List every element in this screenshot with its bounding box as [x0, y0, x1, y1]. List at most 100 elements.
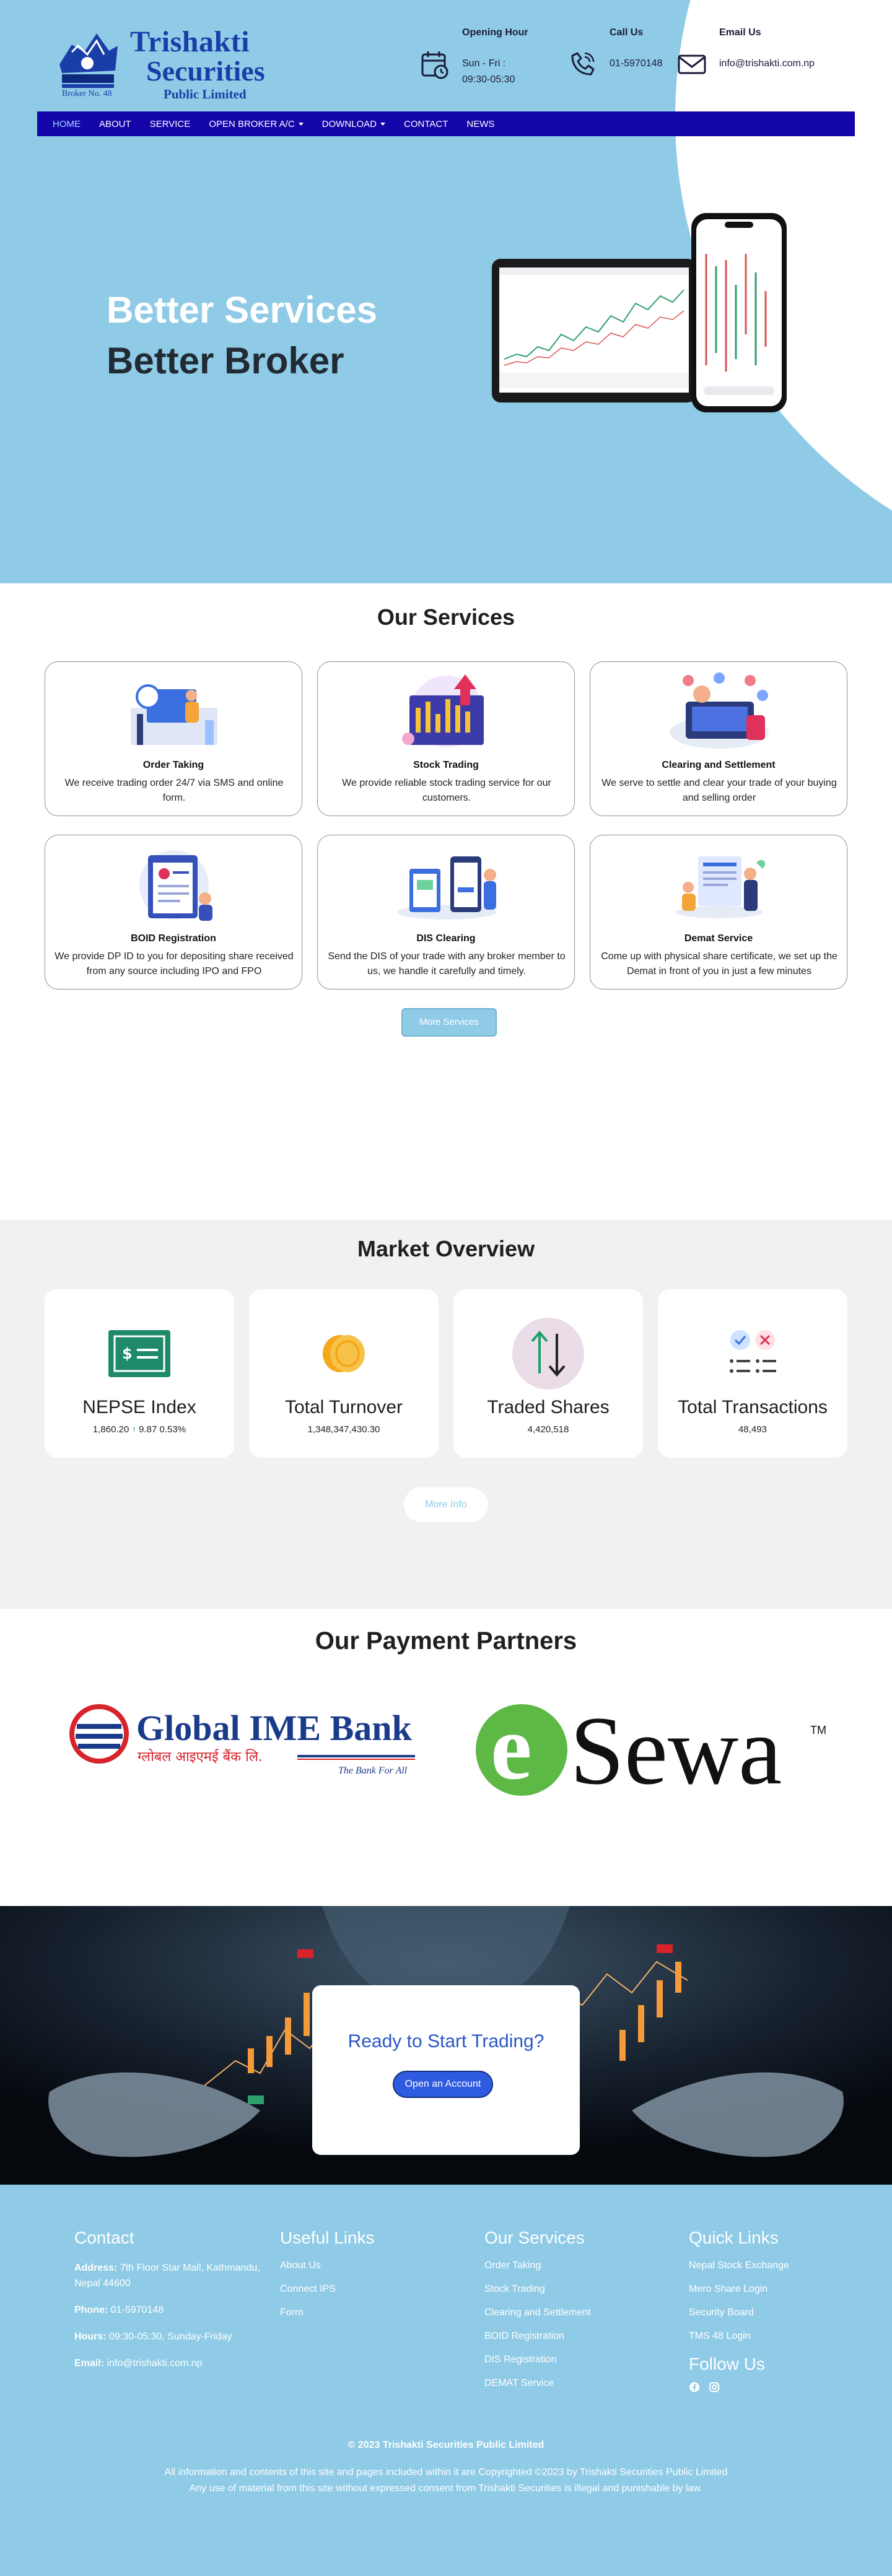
global-ime-bank-name: Global IME Bank: [136, 1708, 413, 1748]
email-us-value[interactable]: info@trishakti.com.np: [719, 50, 815, 72]
nav-news[interactable]: NEWS: [466, 119, 494, 129]
service-card-clearing-settlement[interactable]: Clearing and Settlement We serve to sett…: [590, 661, 847, 816]
service-card-desc: We provide reliable stock trading servic…: [342, 778, 551, 803]
footer-hours: Hours: 09:30-05:30, Sunday-Friday: [74, 2329, 260, 2344]
footer-link-dis-registration[interactable]: DIS Registration: [484, 2354, 670, 2365]
checklist-icon: [730, 1330, 776, 1373]
market-overview-title: Market Overview: [357, 1236, 535, 1261]
market-card-total-transactions[interactable]: Total Transactions 48,493: [658, 1289, 847, 1458]
nav-download[interactable]: DOWNLOAD: [322, 119, 385, 129]
nav-service[interactable]: SERVICE: [150, 119, 191, 129]
esewa-logo[interactable]: e Sewa TM: [473, 1700, 830, 1799]
footer-rights-line2: Any use of material from this site witho…: [189, 2483, 703, 2494]
global-ime-bank-logo[interactable]: Global IME Bank ग्लोबल आइएमई बैंक लि. Th…: [68, 1702, 415, 1776]
calendar-clock-icon: [421, 51, 448, 79]
footer-hours-value: 09:30-05:30, Sunday-Friday: [109, 2331, 232, 2342]
footer-link-nepal-stock-exchange[interactable]: Nepal Stock Exchange: [689, 2260, 875, 2271]
site-logo[interactable]: Trishakti Securities Public Limited Brok…: [53, 22, 265, 103]
footer-link-demat-service[interactable]: DEMAT Service: [484, 2378, 670, 2389]
call-us-block: Call Us 01-5970148: [567, 27, 662, 79]
footer-phone: Phone: 01-5970148: [74, 2302, 260, 2318]
more-info-button[interactable]: More Info: [404, 1487, 488, 1522]
footer-contact-title: Contact: [74, 2228, 134, 2247]
top-header: Trishakti Securities Public Limited Brok…: [37, 19, 855, 105]
phone-icon: [571, 52, 595, 76]
call-us-value[interactable]: 01-5970148: [610, 50, 662, 72]
footer-email-value[interactable]: info@trishakti.com.np: [107, 2358, 202, 2369]
service-card-stock-trading[interactable]: Stock Trading We provide reliable stock …: [317, 661, 575, 816]
service-card-desc: We serve to settle and clear your trade …: [601, 778, 837, 803]
footer-link-security-board[interactable]: Security Board: [689, 2307, 875, 2318]
footer-copyright: © 2023 Trishakti Securities Public Limit…: [348, 2440, 544, 2450]
banknote-icon: $: [108, 1330, 170, 1377]
global-ime-bank-tagline: The Bank For All: [338, 1765, 408, 1776]
clearing-settlement-illustration-icon: [670, 672, 769, 749]
esewa-letter-e: e: [491, 1700, 532, 1799]
market-card-traded-shares[interactable]: Traded Shares 4,420,518: [453, 1289, 643, 1458]
footer-rights: All information and contents of this sit…: [0, 2465, 892, 2497]
service-card-title: Stock Trading: [413, 760, 479, 770]
footer-link-form[interactable]: Form: [280, 2307, 466, 2318]
market-card-total-turnover[interactable]: Total Turnover 1,348,347,430.30: [249, 1289, 439, 1458]
footer-quick-links-title: Quick Links: [689, 2228, 779, 2247]
service-card-desc: We receive trading order 24/7 via SMS an…: [64, 778, 284, 803]
footer-address-label: Address:: [74, 2263, 118, 2273]
footer-useful-links-title: Useful Links: [280, 2228, 375, 2247]
esewa-trademark: TM: [810, 1724, 826, 1736]
facebook-icon[interactable]: [689, 2382, 700, 2396]
nav-home[interactable]: HOME: [53, 119, 81, 129]
footer-follow-us-title: Follow Us: [689, 2354, 765, 2374]
market-card-value: 1,348,347,430.30: [307, 1424, 380, 1435]
footer-link-about-us[interactable]: About Us: [280, 2260, 466, 2271]
footer-link-boid-registration[interactable]: BOID Registration: [484, 2331, 670, 2342]
call-us-title: Call Us: [610, 27, 644, 38]
footer-link-connect-ips[interactable]: Connect IPS: [280, 2284, 466, 2295]
payment-partners-section: Our Payment Partners Global IME Bank ग्ल…: [0, 1609, 892, 1906]
footer-contact-column: Contact Address: 7th Floor Star Mall, Ka…: [74, 2228, 260, 2382]
services-section: Our Services Order Taking We receive tra…: [0, 583, 892, 1220]
service-card-dis-clearing[interactable]: DIS Clearing Send the DIS of your trade …: [317, 835, 575, 990]
market-card-value: 1,860.20 ↑ 9.87 0.53%: [45, 1424, 234, 1435]
arrow-up-icon: ↑: [131, 1424, 136, 1435]
up-down-arrows-icon: [512, 1318, 584, 1390]
opening-hours-block: Opening Hour Sun - Fri : 09:30-05:30: [420, 27, 536, 88]
order-taking-illustration-icon: [131, 684, 217, 745]
footer-phone-value[interactable]: 01-5970148: [111, 2305, 164, 2315]
service-card-boid-registration[interactable]: BOID Registration We provide DP ID to yo…: [45, 835, 302, 990]
caret-down-icon: [380, 123, 385, 126]
svg-text:$: $: [122, 1345, 133, 1362]
trading-devices-illustration: [492, 213, 787, 412]
instagram-icon[interactable]: [709, 2382, 720, 2396]
envelope-icon: [678, 54, 706, 74]
footer-link-order-taking[interactable]: Order Taking: [484, 2260, 670, 2271]
footer-link-stock-trading[interactable]: Stock Trading: [484, 2284, 670, 2295]
hero-headline-line2: Better Broker: [107, 340, 344, 381]
nav-about[interactable]: ABOUT: [99, 119, 131, 129]
service-card-demat-service[interactable]: Demat Service Come up with physical shar…: [590, 835, 847, 990]
market-card-nepse-index[interactable]: $ NEPSE Index 1,860.20 ↑ 9.87 0.53%: [45, 1289, 234, 1458]
email-us-block: Email Us info@trishakti.com.np: [677, 27, 815, 79]
service-card-title: Demat Service: [684, 933, 753, 944]
footer-link-clearing-settlement[interactable]: Clearing and Settlement: [484, 2307, 670, 2318]
cta-title: Ready to Start Trading?: [348, 2031, 544, 2052]
main-navbar: HOME ABOUT SERVICE OPEN BROKER A/C DOWNL…: [37, 111, 855, 136]
nav-open-broker-account[interactable]: OPEN BROKER A/C: [209, 119, 304, 129]
footer-hours-label: Hours:: [74, 2331, 107, 2342]
footer-rights-line1: All information and contents of this sit…: [164, 2467, 728, 2478]
service-card-order-taking[interactable]: Order Taking We receive trading order 24…: [45, 661, 302, 816]
more-services-button[interactable]: More Services: [401, 1008, 497, 1037]
footer-link-mero-share-login[interactable]: Mero Share Login: [689, 2284, 875, 2295]
site-footer: Contact Address: 7th Floor Star Mall, Ka…: [0, 2185, 892, 2576]
market-overview-section: Market Overview $ NEPSE Index 1,860.20 ↑…: [0, 1220, 892, 1609]
logo-name-line2: Securities: [146, 55, 265, 87]
market-card-label: NEPSE Index: [82, 1397, 196, 1417]
logo-emblem-icon: [59, 33, 118, 88]
nepse-index-value: 1,860.20: [92, 1424, 129, 1435]
open-account-button[interactable]: Open an Account: [393, 2071, 493, 2098]
footer-link-tms-login[interactable]: TMS 48 Login: [689, 2331, 875, 2342]
nav-contact[interactable]: CONTACT: [404, 119, 448, 129]
footer-quick-links-column: Quick Links Nepal Stock Exchange Mero Sh…: [689, 2228, 875, 2396]
demat-service-illustration-icon: [676, 856, 766, 918]
footer-address: Address: 7th Floor Star Mall, Kathmandu,…: [74, 2260, 260, 2291]
market-card-value: 48,493: [738, 1424, 767, 1435]
